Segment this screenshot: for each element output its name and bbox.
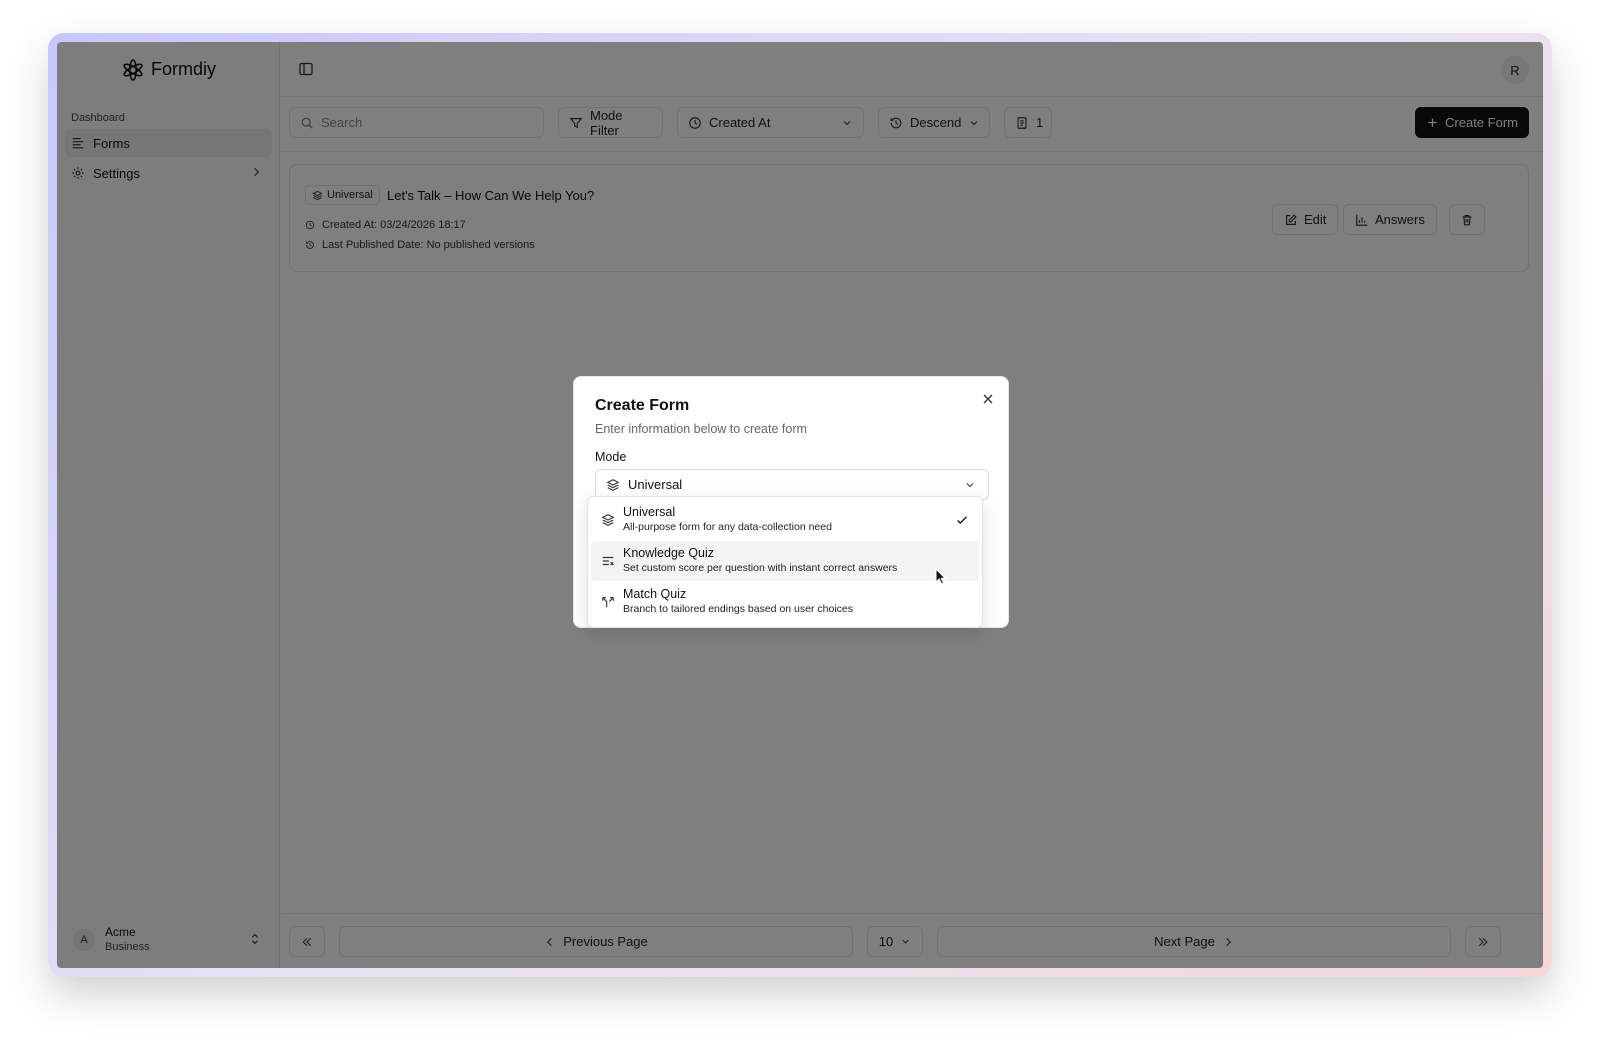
mode-select-value: Universal [628, 477, 683, 492]
mode-option-universal[interactable]: Universal All-purpose form for any data-… [591, 500, 979, 540]
close-icon[interactable] [980, 391, 996, 407]
option-label: Knowledge Quiz [623, 546, 715, 560]
option-description: Branch to tailored endings based on user… [623, 603, 853, 615]
mode-dropdown: Universal All-purpose form for any data-… [587, 496, 983, 628]
option-description: Set custom score per question with insta… [623, 562, 898, 574]
mouse-cursor-icon [935, 568, 947, 585]
layers-icon [601, 514, 615, 526]
dialog-title: Create Form [595, 397, 690, 414]
option-label: Match Quiz [623, 587, 687, 601]
mode-option-match-quiz[interactable]: Match Quiz Branch to tailored endings ba… [591, 582, 979, 622]
list-x-icon [602, 556, 614, 566]
layers-icon [606, 478, 620, 491]
chevron-down-icon [966, 483, 974, 488]
app-window: Formdiy Dashboard Forms Settings A Acme … [57, 42, 1543, 968]
mode-option-knowledge-quiz[interactable]: Knowledge Quiz Set custom score per ques… [591, 541, 979, 581]
option-label: Universal [623, 505, 676, 519]
option-description: All-purpose form for any data-collection… [623, 521, 832, 533]
split-icon [602, 597, 614, 608]
check-icon [957, 516, 967, 525]
mode-field-label: Mode [595, 450, 627, 464]
dialog-subtitle: Enter information below to create form [595, 422, 807, 436]
